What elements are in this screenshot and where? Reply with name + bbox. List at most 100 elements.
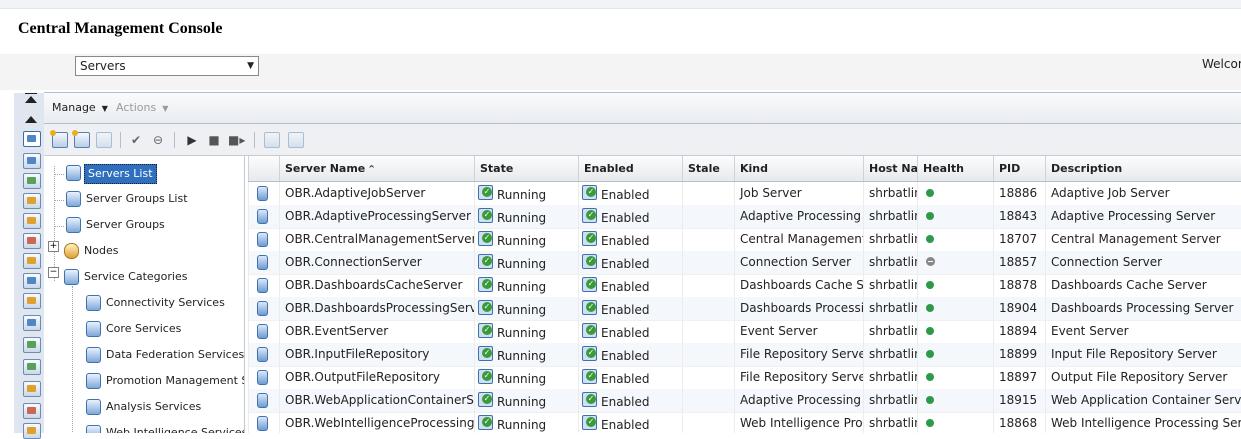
instances-tab-icon[interactable] [23, 293, 41, 309]
health-ok-icon [926, 327, 934, 335]
cell-icon [248, 366, 279, 389]
cell-enabled: Enabled [578, 343, 682, 366]
toolbar: ✔ ⊖ ▶ ■ ■▸ [44, 124, 1241, 156]
table-row[interactable]: OBR.CentralManagementServer Running Enable… [248, 228, 1241, 252]
audit-tab-icon[interactable] [23, 403, 41, 419]
cell-text: shrbatlin [869, 278, 917, 292]
service-category-icon [83, 425, 101, 433]
column-header-label: Health [923, 162, 964, 175]
calendar-tab-icon[interactable] [23, 315, 41, 331]
enabled-status-icon [582, 208, 597, 223]
cell-description: Adaptive Job Server [1045, 182, 1241, 205]
column-header-health[interactable]: Health [917, 156, 993, 181]
scroll-up-icon[interactable] [25, 116, 37, 123]
table-row[interactable]: OBR.AdaptiveJobServer Running Enabled Job S… [248, 182, 1241, 206]
cell-host: shrbatlin [863, 412, 917, 433]
settings-tab-icon[interactable] [23, 273, 41, 289]
table-row[interactable]: OBR.EventServer Running Enabled Event Serve… [248, 320, 1241, 344]
properties-icon[interactable] [264, 132, 280, 148]
column-header-description[interactable]: Description [1045, 156, 1241, 181]
table-row[interactable]: OBR.WebIntelligenceProcessingServer Runni… [248, 412, 1241, 433]
server-icon [66, 165, 81, 181]
column-header-pid[interactable]: PID [993, 156, 1045, 181]
cell-state: Running [474, 274, 578, 297]
cell-health [917, 274, 993, 297]
cell-icon [248, 412, 279, 433]
navigation-select[interactable]: Servers ▼ [75, 56, 259, 76]
cell-enabled: Enabled [578, 205, 682, 228]
cell-stale [682, 366, 734, 389]
start-icon[interactable]: ▶ [184, 132, 200, 148]
cell-name: OBR.OutputFileRepository [279, 366, 474, 389]
table-row[interactable]: OBR.WebApplicationContainerServer Running… [248, 389, 1241, 413]
restart-icon[interactable]: ■▸ [228, 132, 245, 148]
new-server-group-icon[interactable] [72, 130, 90, 148]
table-row[interactable]: OBR.InputFileRepository Running Enabled Fil… [248, 343, 1241, 367]
stop-icon[interactable]: ■ [206, 132, 222, 148]
top-strip [0, 0, 1241, 9]
enabled-status-icon [582, 369, 597, 384]
server-icon [257, 278, 268, 293]
authentication-tab-icon[interactable] [23, 359, 41, 375]
user-security-icon[interactable] [288, 132, 304, 148]
column-header-server-name[interactable]: Server Name ^ [279, 156, 474, 181]
cell-stale [682, 343, 734, 366]
cell-kind: Dashboards Processing Server [734, 297, 863, 320]
cell-health [917, 412, 993, 433]
column-header-label: Kind [740, 162, 768, 175]
documents-tab-icon[interactable] [23, 193, 41, 209]
manage-menu[interactable]: Manage ▼ [52, 101, 108, 114]
nodes-tab-icon[interactable] [23, 153, 41, 169]
enabled-status-icon [582, 323, 597, 338]
servers-tab-icon[interactable] [23, 131, 41, 147]
table-row[interactable]: OBR.AdaptiveProcessingServer Running Enabl… [248, 205, 1241, 229]
table-row[interactable]: OBR.ConnectionServer Running Enabled Connec… [248, 251, 1241, 275]
disable-icon[interactable]: ⊖ [150, 132, 166, 148]
cell-stale [682, 274, 734, 297]
applications-tab-icon[interactable] [23, 253, 41, 269]
table-row[interactable]: OBR.DashboardsProcessingServer Running Ena… [248, 297, 1241, 321]
actions-menu[interactable]: Actions ▼ [116, 101, 168, 114]
cell-kind: Central Management Server [734, 228, 863, 251]
events-tab-icon[interactable] [23, 337, 41, 353]
cell-name: OBR.ConnectionServer [279, 251, 474, 274]
cell-stale [682, 320, 734, 343]
cell-pid: 18897 [993, 366, 1045, 389]
security-tab-icon[interactable] [23, 381, 41, 397]
users-tab-icon[interactable] [23, 233, 41, 249]
cell-description: Connection Server [1045, 251, 1241, 274]
cell-text: Enabled [601, 303, 650, 317]
cell-text: File Repository Server [740, 370, 863, 384]
column-header-host-name[interactable]: Host Name [863, 156, 917, 181]
cell-enabled: Enabled [578, 366, 682, 389]
enable-icon[interactable]: ✔ [128, 132, 144, 148]
cell-host: shrbatlin [863, 343, 917, 366]
cell-health [917, 228, 993, 251]
welcome-text: Welcome [1202, 57, 1241, 71]
collapse-up-icon[interactable] [25, 96, 37, 103]
cell-text: 18878 [999, 278, 1038, 292]
expand-icon[interactable]: + [48, 241, 59, 252]
cell-text: Running [497, 395, 547, 409]
column-header-stale[interactable]: Stale [682, 156, 734, 181]
cell-text: shrbatlin [869, 416, 917, 430]
collapse-icon[interactable]: − [48, 267, 59, 278]
column-header-state[interactable]: State [474, 156, 578, 181]
column-header-kind[interactable]: Kind [734, 156, 863, 181]
cell-description: Input File Repository Server [1045, 343, 1241, 366]
server-group-icon [63, 217, 81, 234]
categories-tab-icon[interactable] [23, 213, 41, 229]
cell-icon [248, 343, 279, 366]
cell-health [917, 182, 993, 205]
column-header-enabled[interactable]: Enabled [578, 156, 682, 181]
license-tab-icon[interactable] [23, 423, 41, 439]
cell-stale [682, 182, 734, 205]
new-server-icon[interactable] [50, 130, 68, 148]
cell-health [917, 389, 993, 412]
server-group-link-icon[interactable] [96, 132, 112, 148]
cell-pid: 18899 [993, 343, 1045, 366]
table-row[interactable]: OBR.DashboardsCacheServer Running Enabled D… [248, 274, 1241, 298]
table-row[interactable]: OBR.OutputFileRepository Running Enabled Fi… [248, 366, 1241, 390]
folders-tab-icon[interactable] [23, 173, 41, 189]
server-icon [257, 393, 268, 408]
